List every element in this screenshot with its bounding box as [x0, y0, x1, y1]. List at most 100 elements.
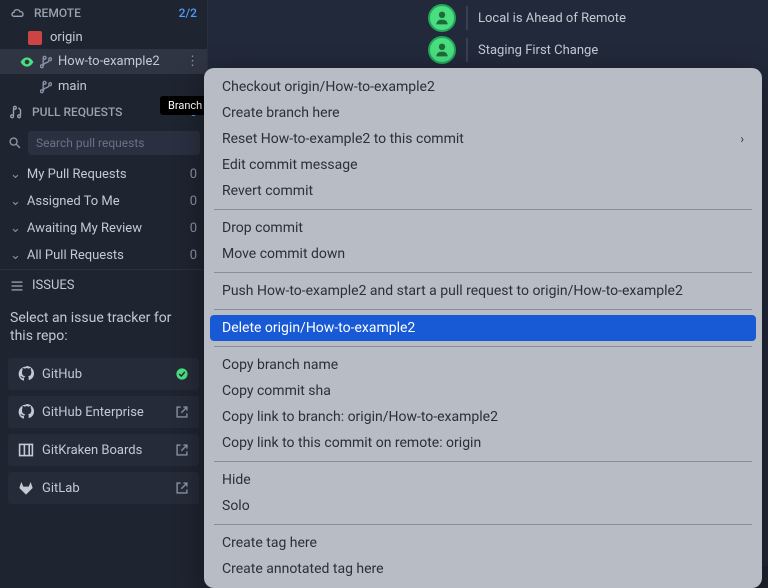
- eye-icon: [20, 57, 34, 67]
- menu-item-label: Edit commit message: [222, 157, 358, 173]
- cloud-icon: [10, 7, 26, 19]
- menu-item[interactable]: Push How-to-example2 and start a pull re…: [204, 278, 762, 304]
- menu-item[interactable]: Delete origin/How-to-example2: [210, 315, 756, 341]
- menu-item[interactable]: Copy branch name: [204, 352, 762, 378]
- menu-item-label: Revert commit: [222, 183, 313, 199]
- pr-item-all[interactable]: ⌄ All Pull Requests 0: [0, 242, 207, 269]
- pr-item-label: Assigned To Me: [27, 194, 120, 209]
- menu-item-label: Solo: [222, 498, 250, 514]
- pr-icon: [10, 105, 24, 119]
- menu-item[interactable]: Reset How-to-example2 to this commit ›: [204, 126, 762, 152]
- search-icon: [8, 136, 22, 150]
- github-icon: [18, 366, 34, 382]
- branch-label: How-to-example2: [58, 54, 160, 69]
- menu-item-label: Copy link to branch: origin/How-to-examp…: [222, 409, 498, 425]
- commit-avatar-icon: [428, 36, 456, 64]
- list-icon: [10, 280, 24, 292]
- branch-label: main: [58, 79, 87, 94]
- pr-item-label: My Pull Requests: [27, 167, 127, 182]
- commit-row[interactable]: Local is Ahead of Remote: [208, 0, 768, 36]
- pr-item-count: 0: [190, 194, 197, 209]
- remote-count: 2/2: [179, 6, 197, 20]
- gitlab-icon: [18, 480, 34, 496]
- menu-item-label: Drop commit: [222, 220, 303, 236]
- pr-item-count: 0: [190, 248, 197, 263]
- search-input[interactable]: [28, 131, 200, 155]
- menu-item[interactable]: Copy commit sha: [204, 378, 762, 404]
- menu-item-label: Copy link to this commit on remote: orig…: [222, 435, 481, 451]
- pr-item-awaiting[interactable]: ⌄ Awaiting My Review 0: [0, 215, 207, 242]
- commit-label: Staging First Change: [478, 43, 598, 58]
- pr-item-my[interactable]: ⌄ My Pull Requests 0: [0, 161, 207, 188]
- pr-item-count: 0: [190, 167, 197, 182]
- branch-tooltip: Branch: [160, 96, 210, 115]
- remote-origin-item[interactable]: origin: [0, 26, 207, 49]
- origin-icon: [28, 31, 42, 45]
- chevron-right-icon: ›: [740, 132, 744, 146]
- menu-item-label: Copy branch name: [222, 357, 338, 373]
- menu-item[interactable]: Hide: [204, 467, 762, 493]
- chevron-down-icon: ⌄: [10, 248, 21, 263]
- menu-item[interactable]: Edit commit message: [204, 152, 762, 178]
- tracker-github-enterprise[interactable]: GitHub Enterprise: [8, 396, 199, 428]
- boards-icon: [18, 442, 34, 458]
- search-row: [0, 125, 207, 161]
- menu-item[interactable]: Checkout origin/How-to-example2: [204, 74, 762, 100]
- menu-item[interactable]: Create annotated tag here: [204, 556, 762, 582]
- commit-row[interactable]: Staging First Change: [208, 32, 768, 68]
- commit-divider: [466, 6, 468, 30]
- menu-item-label: Create branch here: [222, 105, 340, 121]
- menu-separator: [214, 209, 752, 210]
- issues-header[interactable]: ISSUES: [0, 269, 207, 301]
- commit-avatar-icon: [428, 4, 456, 32]
- menu-separator: [214, 346, 752, 347]
- menu-item-label: Checkout origin/How-to-example2: [222, 79, 435, 95]
- menu-separator: [214, 524, 752, 525]
- issue-prompt: Select an issue tracker for this repo:: [0, 301, 207, 355]
- menu-separator: [214, 272, 752, 273]
- remote-label: REMOTE: [34, 6, 81, 20]
- status-ok-icon: [175, 367, 189, 381]
- pr-item-label: Awaiting My Review: [27, 221, 142, 236]
- external-link-icon: [175, 405, 189, 419]
- menu-item[interactable]: Copy link to this commit on remote: orig…: [204, 430, 762, 456]
- menu-item-label: Move commit down: [222, 246, 345, 262]
- menu-item-label: Copy commit sha: [222, 383, 331, 399]
- menu-item[interactable]: Create tag here: [204, 530, 762, 556]
- menu-item[interactable]: Move commit down: [204, 241, 762, 267]
- commit-label: Local is Ahead of Remote: [478, 11, 626, 26]
- tracker-gitkraken[interactable]: GitKraken Boards: [8, 434, 199, 466]
- more-icon[interactable]: ⋮: [186, 54, 199, 69]
- chevron-down-icon: ⌄: [10, 221, 21, 236]
- menu-item-label: Create annotated tag here: [222, 561, 384, 577]
- remote-section-header[interactable]: REMOTE 2/2: [0, 0, 207, 26]
- sidebar: REMOTE 2/2 origin How-to-example2 ⋮ main: [0, 0, 208, 566]
- menu-item[interactable]: Revert commit: [204, 178, 762, 204]
- menu-item-label: Create tag here: [222, 535, 317, 551]
- menu-item-label: Push How-to-example2 and start a pull re…: [222, 283, 683, 299]
- tracker-github[interactable]: GitHub: [8, 358, 199, 390]
- pr-item-assigned[interactable]: ⌄ Assigned To Me 0: [0, 188, 207, 215]
- menu-item[interactable]: Solo: [204, 493, 762, 519]
- pr-item-count: 0: [190, 221, 197, 236]
- menu-item-label: Hide: [222, 472, 251, 488]
- external-link-icon: [175, 481, 189, 495]
- origin-label: origin: [50, 30, 83, 45]
- branch-icon: [40, 80, 52, 94]
- commit-divider: [466, 38, 468, 62]
- menu-item[interactable]: Drop commit: [204, 215, 762, 241]
- chevron-down-icon: ⌄: [10, 167, 21, 182]
- chevron-down-icon: ⌄: [10, 194, 21, 209]
- context-menu: Checkout origin/How-to-example2 Create br…: [204, 68, 762, 588]
- tracker-label: GitHub Enterprise: [42, 405, 144, 420]
- external-link-icon: [175, 443, 189, 457]
- pr-item-label: All Pull Requests: [27, 248, 124, 263]
- menu-item-label: Reset How-to-example2 to this commit: [222, 131, 464, 147]
- github-icon: [18, 404, 34, 420]
- branch-icon: [40, 55, 52, 69]
- branch-item-how-to-example2[interactable]: How-to-example2 ⋮: [0, 49, 207, 74]
- tracker-gitlab[interactable]: GitLab: [8, 472, 199, 504]
- menu-item[interactable]: Create branch here: [204, 100, 762, 126]
- menu-item[interactable]: Copy link to branch: origin/How-to-examp…: [204, 404, 762, 430]
- tracker-label: GitLab: [42, 481, 80, 496]
